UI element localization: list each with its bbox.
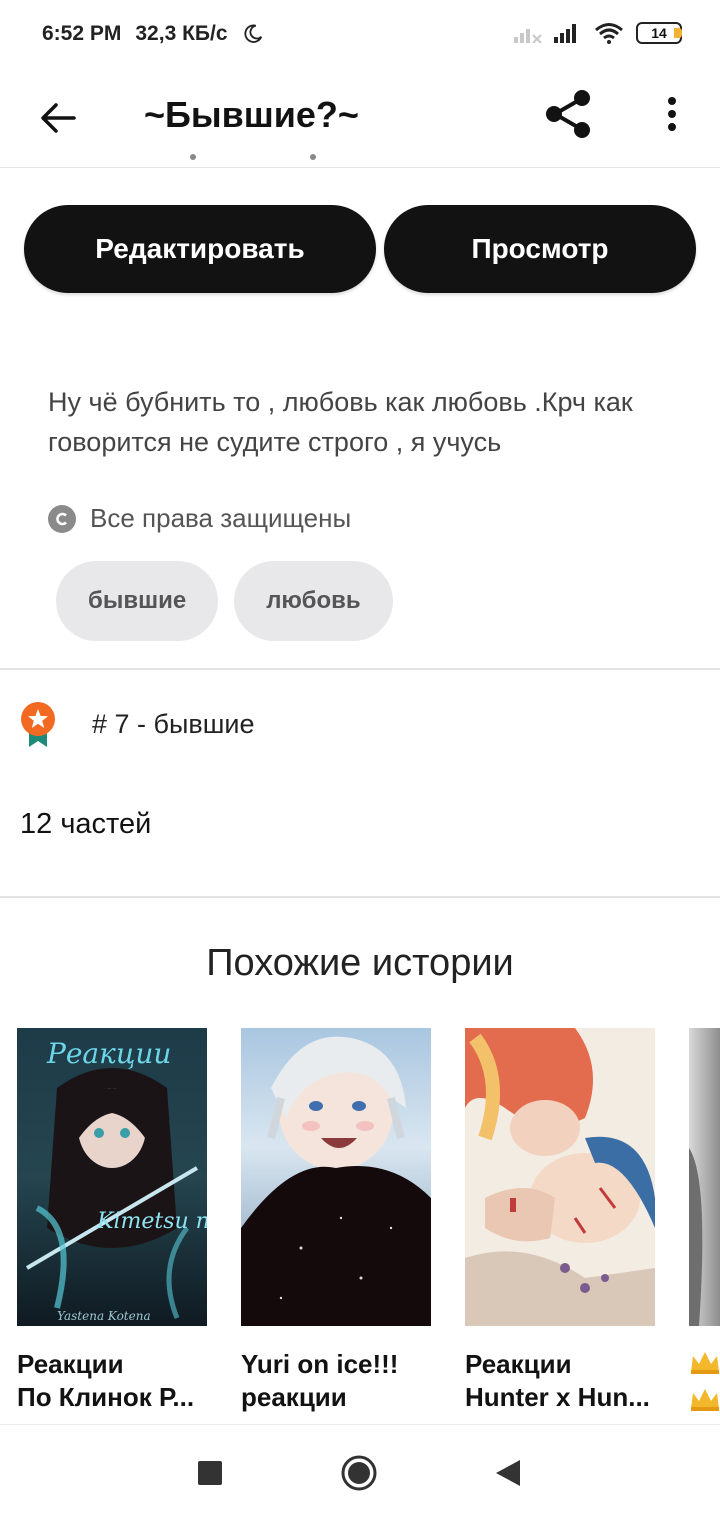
edit-button[interactable]: Редактировать	[24, 205, 376, 293]
story-cover[interactable]	[241, 1028, 431, 1326]
status-right: 14	[514, 22, 682, 44]
story-title[interactable]: Yuri on ice!!! реакции	[241, 1348, 441, 1414]
story-card[interactable]: Реакции Kimetsu no Yaiba Yastena Kotena …	[17, 1028, 207, 1414]
system-nav-bar	[0, 1424, 720, 1520]
scrolled-text-fragment	[160, 148, 380, 168]
recents-button[interactable]	[190, 1453, 230, 1493]
home-button[interactable]	[339, 1453, 379, 1493]
ranking-badge-icon	[21, 702, 55, 747]
more-options-button[interactable]	[648, 84, 696, 144]
status-bar: 6:52 PM 32,3 КБ/с 14	[0, 0, 720, 70]
story-card[interactable]: Реакции Hunter x Hun...	[465, 1028, 655, 1414]
copyright-icon	[48, 504, 76, 533]
page-title: ~Бывшие?~	[144, 94, 359, 135]
copyright-info: Все права защищены	[48, 503, 351, 534]
story-description: Ну чё бубнить то , любовь как любовь .Кр…	[48, 387, 633, 457]
ranking-row[interactable]: # 7 - бывшие	[18, 700, 255, 748]
view-button[interactable]: Просмотр	[384, 205, 696, 293]
story-cover[interactable]	[689, 1028, 720, 1326]
moon-icon	[243, 24, 262, 43]
square-icon	[198, 1461, 222, 1485]
story-title[interactable]: Реакции По Клинок Р...	[17, 1348, 217, 1414]
divider	[0, 896, 720, 898]
cover-title-text: Реакции	[46, 1037, 171, 1070]
story-title[interactable]: Реакции Hunter x Hun...	[465, 1348, 665, 1414]
triangle-back-icon	[496, 1460, 520, 1486]
cover-credit-text: Yastena Kotena	[57, 1309, 151, 1323]
network-speed: 32,3 КБ/с	[135, 22, 228, 45]
parts-count[interactable]: 12 частей	[20, 808, 151, 841]
signal-off-icon	[514, 29, 542, 43]
tag-chip[interactable]: бывшие	[56, 561, 219, 641]
divider	[0, 668, 720, 670]
crown-icon	[691, 1352, 719, 1374]
story-card[interactable]: Yuri on ice!!! реакции	[241, 1028, 431, 1414]
back-nav-button[interactable]	[488, 1453, 528, 1493]
wifi-icon	[595, 23, 623, 44]
tag-list: бывшие любовь	[56, 561, 393, 641]
crown-icon	[691, 1389, 719, 1411]
share-button[interactable]	[538, 84, 598, 144]
tag-chip[interactable]: любовь	[234, 561, 393, 641]
share-icon	[546, 90, 590, 138]
circle-home-icon	[341, 1455, 377, 1491]
arrow-left-icon	[41, 103, 76, 133]
signal-icon	[554, 24, 576, 43]
story-cover[interactable]: Реакции Kimetsu no Yaiba Yastena Kotena	[17, 1028, 207, 1326]
status-time: 6:52 PM	[42, 22, 122, 45]
cover-subtitle-text: Kimetsu no Yaiba	[96, 1209, 207, 1234]
copyright-label: Все права защищены	[90, 503, 352, 533]
story-card-partial[interactable]	[689, 1028, 720, 1418]
similar-stories-heading: Похожие истории	[206, 942, 514, 984]
back-button[interactable]	[30, 90, 86, 146]
crown-icon-row	[689, 1348, 720, 1418]
more-vertical-icon	[668, 97, 676, 131]
story-cover[interactable]	[465, 1028, 655, 1326]
status-left: 6:52 PM 32,3 КБ/с	[42, 22, 264, 46]
ranking-label: # 7 - бывшие	[92, 708, 255, 739]
battery-icon: 14	[636, 22, 682, 44]
